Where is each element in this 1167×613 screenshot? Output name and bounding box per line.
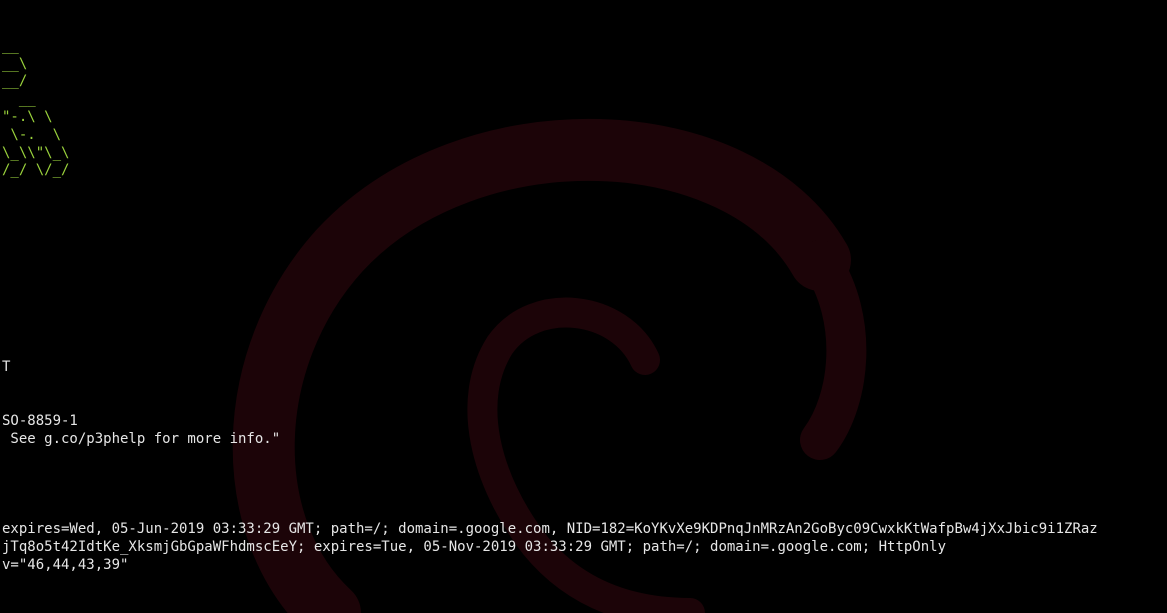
terminal-output-line: See g.co/p3phelp for more info." [2,431,281,447]
ascii-banner-line-2: __\ [2,56,28,72]
ascii-banner-line-7: \_\\"\_\ [2,145,70,161]
terminal-output-line: SO-8859-1 [2,413,78,429]
ascii-banner-line-3: __/ [2,73,28,89]
terminal-output-line: expires=Wed, 05-Jun-2019 03:33:29 GMT; p… [2,521,1098,537]
ascii-banner-line-4: __ [2,91,36,107]
ascii-banner-line-1: __ [2,38,19,54]
terminal-output-line: v="46,44,43,39" [2,557,129,573]
ascii-banner-line-6: \-. \ [2,127,62,143]
ascii-banner-line-8: /_/ \/_/ [2,162,70,178]
terminal-window[interactable]: __ __\ __/ __ "-.\ \ \-. \ \_\\"\_\ /_/ … [0,0,1167,613]
terminal-output-line: T [2,359,11,375]
terminal-output-line: jTq8o5t42IdtKe_XksmjGbGpaWFhdmscEeY; exp… [2,539,947,555]
ascii-banner-line-5: "-.\ \ [2,109,53,125]
